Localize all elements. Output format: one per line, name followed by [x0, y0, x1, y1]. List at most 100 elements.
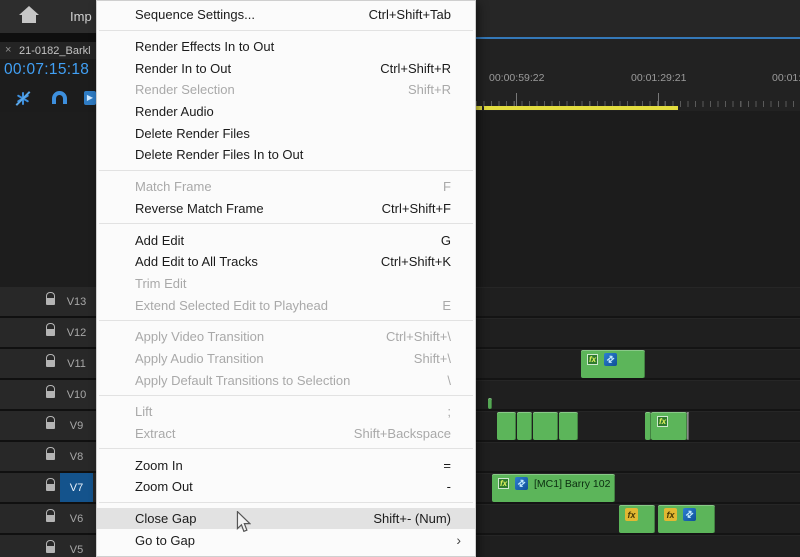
timeline-clip[interactable]: fx: [619, 505, 655, 533]
menu-item-render-audio[interactable]: Render Audio: [97, 101, 475, 123]
menu-item-add-edit[interactable]: Add Edit G: [97, 229, 475, 251]
clip-fragment[interactable]: [488, 398, 492, 409]
timeline-empty-area: [476, 111, 800, 287]
mouse-cursor: [236, 511, 251, 533]
track-label-v11[interactable]: V11: [60, 349, 93, 378]
track-label-v12[interactable]: V12: [60, 318, 93, 347]
track-lane-v5: [476, 535, 800, 557]
track-header-v7[interactable]: V7: [0, 473, 96, 502]
ruler-timecode-label: 00:01:29: [772, 72, 800, 84]
menu-item-label: Delete Render Files In to Out: [135, 147, 304, 163]
fx-badge-icon: fx: [498, 478, 509, 489]
ruler-major-tick: [516, 93, 517, 107]
timeline-clip[interactable]: fx: [651, 412, 687, 440]
menu-item-delete-render-files-in-to-out[interactable]: Delete Render Files In to Out: [97, 144, 475, 166]
menu-item-reverse-match-frame[interactable]: Reverse Match Frame Ctrl+Shift+F: [97, 198, 475, 220]
menu-separator: [97, 26, 475, 36]
home-icon[interactable]: [19, 6, 39, 26]
unlock-icon[interactable]: [46, 354, 55, 367]
timeline-clip[interactable]: fx ⇄: [581, 350, 645, 378]
menu-separator: [97, 391, 475, 401]
menu-item-apply-audio-transition: Apply Audio Transition Shift+\: [97, 348, 475, 370]
menu-item-label: Render In to Out: [135, 60, 232, 76]
playhead-timecode[interactable]: 00:07:15:18: [4, 61, 96, 79]
unlock-icon[interactable]: [46, 385, 55, 398]
unlock-icon[interactable]: [46, 509, 55, 522]
track-label-v13[interactable]: V13: [60, 287, 93, 316]
fx-badge-yellow-icon: fx: [664, 508, 677, 521]
menu-item-zoom-in[interactable]: Zoom In =: [97, 454, 475, 476]
timeline-clip[interactable]: [497, 412, 516, 440]
timeline-clip[interactable]: [559, 412, 578, 440]
menu-item-label: Apply Video Transition: [135, 329, 265, 345]
menu-separator: [97, 316, 475, 326]
timeline-clip[interactable]: [517, 412, 532, 440]
render-status-bar: [484, 106, 678, 110]
menu-item-add-edit-to-all-tracks[interactable]: Add Edit to All Tracks Ctrl+Shift+K: [97, 251, 475, 273]
menu-item-label: Sequence Settings...: [135, 7, 255, 23]
menu-item-render-effects-in-to-out[interactable]: Render Effects In to Out: [97, 36, 475, 58]
track-label-v9[interactable]: V9: [60, 411, 93, 440]
unlock-icon[interactable]: [46, 540, 55, 553]
menu-item-shortcut: \: [447, 372, 451, 388]
track-lane-v10: [476, 380, 800, 409]
track-header-v11[interactable]: V11: [0, 349, 96, 378]
workspace-tab-import[interactable]: Imp: [70, 9, 92, 24]
menu-separator: [97, 166, 475, 176]
menu-item-label: Render Audio: [135, 104, 214, 120]
menu-item-apply-video-transition: Apply Video Transition Ctrl+Shift+\: [97, 326, 475, 348]
track-header-v9[interactable]: V9: [0, 411, 96, 440]
clip-fragment[interactable]: [687, 412, 689, 440]
unlock-icon[interactable]: [46, 478, 55, 491]
menu-item-match-frame: Match Frame F: [97, 176, 475, 198]
track-header-v8[interactable]: V8: [0, 442, 96, 471]
ruler-timecode-label: 00:00:59:22: [489, 72, 545, 84]
linked-selection-icon[interactable]: ▶: [84, 91, 96, 105]
tab-close-icon[interactable]: ×: [5, 44, 11, 56]
snap-icon[interactable]: [52, 91, 67, 104]
track-header-v10[interactable]: V10: [0, 380, 96, 409]
menu-item-render-in-to-out[interactable]: Render In to Out Ctrl+Shift+R: [97, 57, 475, 79]
premiere-timeline-window: Imp × 21-0182_Barkl 00:07:15:18 ▶ V13 V12…: [0, 0, 800, 557]
menu-item-shortcut: Ctrl+Shift+K: [380, 254, 451, 270]
menu-item-shortcut: Ctrl+Shift+\: [385, 329, 451, 345]
timeline-clip[interactable]: [533, 412, 558, 440]
unlock-icon[interactable]: [46, 447, 55, 460]
menu-item-sequence-settings[interactable]: Sequence Settings... Ctrl+Shift+Tab: [97, 4, 475, 26]
track-headers: V13 V12 V11 V10 V9 V8 V7 V6 V5: [0, 287, 96, 557]
menu-item-close-gap[interactable]: Close Gap Shift+- (Num): [97, 507, 475, 530]
sequence-context-menu: Sequence Settings... Ctrl+Shift+Tab Render…: [96, 0, 476, 557]
menu-item-extract: Extract Shift+Backspace: [97, 423, 475, 445]
track-label-v10[interactable]: V10: [60, 380, 93, 409]
menu-item-go-to-gap[interactable]: Go to Gap ›: [97, 529, 475, 551]
fx-badge-icon: fx: [657, 416, 668, 427]
track-header-v13[interactable]: V13: [0, 287, 96, 316]
track-header-v12[interactable]: V12: [0, 318, 96, 347]
menu-separator: [97, 444, 475, 454]
menu-item-shortcut: -: [446, 479, 451, 495]
menu-item-shortcut: F: [443, 179, 451, 195]
time-ruler[interactable]: 00:00:59:22 00:01:29:21 00:01:29: [476, 39, 800, 111]
timeline-clip[interactable]: fx ⇄ [MC1] Barry 102: [492, 474, 615, 502]
track-header-v5[interactable]: V5: [0, 535, 96, 557]
track-label-v5[interactable]: V5: [60, 535, 93, 557]
unlock-icon[interactable]: [46, 323, 55, 336]
menu-item-label: Zoom In: [135, 457, 183, 473]
nest-toggle-icon[interactable]: [15, 90, 31, 106]
unlock-icon[interactable]: [46, 292, 55, 305]
track-label-v8[interactable]: V8: [60, 442, 93, 471]
sequence-tab-title[interactable]: 21-0182_Barkl: [19, 45, 91, 57]
track-label-v6[interactable]: V6: [60, 504, 93, 533]
motion-effect-badge-icon: ⇄: [683, 507, 696, 521]
sequence-tab[interactable]: × 21-0182_Barkl: [0, 42, 96, 59]
menu-item-delete-render-files[interactable]: Delete Render Files: [97, 122, 475, 144]
menu-item-label: Reverse Match Frame: [135, 200, 264, 216]
menu-item-shortcut: Ctrl+Shift+Tab: [368, 7, 451, 23]
timeline-clip[interactable]: fx ⇄: [658, 505, 715, 533]
track-label-v7[interactable]: V7: [60, 473, 93, 502]
menu-item-zoom-out[interactable]: Zoom Out -: [97, 476, 475, 498]
menu-item-shortcut: Ctrl+Shift+R: [380, 60, 451, 76]
unlock-icon[interactable]: [46, 416, 55, 429]
menu-item-label: Add Edit to All Tracks: [135, 254, 258, 270]
track-header-v6[interactable]: V6: [0, 504, 96, 533]
